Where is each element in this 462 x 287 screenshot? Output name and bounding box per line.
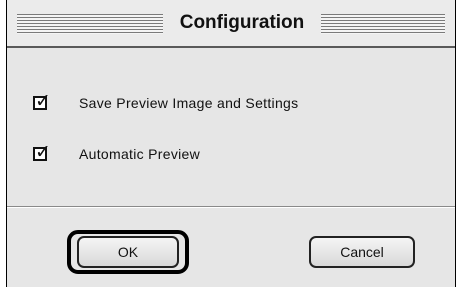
option-save-preview[interactable]: ✓ Save Preview Image and Settings bbox=[33, 92, 298, 114]
divider bbox=[7, 206, 455, 208]
save-preview-checkbox[interactable]: ✓ bbox=[33, 92, 51, 111]
ok-button[interactable]: OK bbox=[77, 236, 179, 268]
check-icon: ✓ bbox=[35, 91, 51, 112]
title-stripes-right bbox=[321, 14, 445, 34]
cancel-button[interactable]: Cancel bbox=[309, 236, 415, 268]
title-stripes-left bbox=[17, 14, 163, 34]
save-preview-label[interactable]: Save Preview Image and Settings bbox=[79, 95, 298, 111]
title-bar[interactable]: Configuration bbox=[7, 0, 455, 48]
dialog-title: Configuration bbox=[179, 12, 305, 33]
automatic-preview-checkbox[interactable]: ✓ bbox=[33, 143, 51, 162]
configuration-dialog: Configuration ✓ Save Preview Image and S… bbox=[6, 0, 456, 287]
check-icon: ✓ bbox=[35, 142, 51, 163]
automatic-preview-label[interactable]: Automatic Preview bbox=[79, 146, 200, 162]
option-automatic-preview[interactable]: ✓ Automatic Preview bbox=[33, 143, 200, 165]
